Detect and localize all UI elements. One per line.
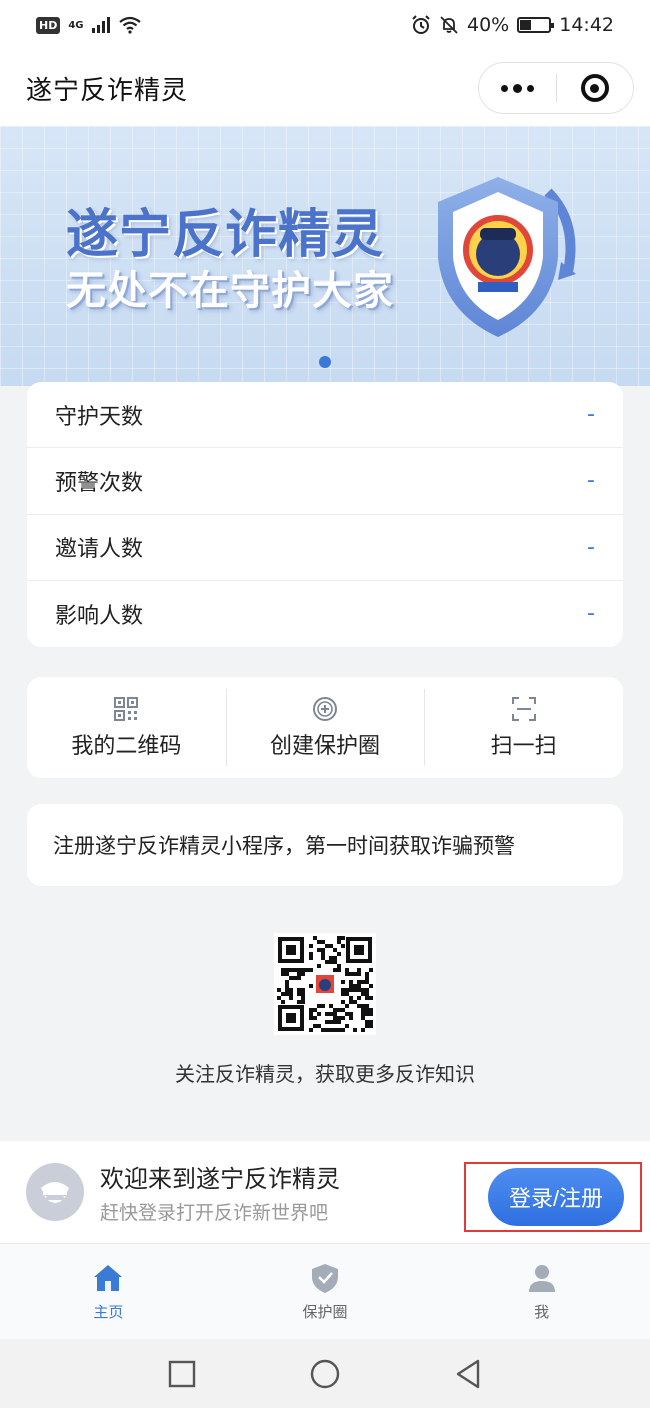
- banner-subtitle: 无处不在守护大家: [66, 268, 394, 314]
- close-miniprogram-button[interactable]: [557, 63, 634, 113]
- add-circle-icon: [313, 696, 337, 721]
- alarm-icon: [412, 15, 430, 34]
- stat-row-alert-count: 预警次数 -: [27, 448, 623, 515]
- shield-icon: [312, 1264, 338, 1293]
- recents-button[interactable]: [162, 1354, 202, 1394]
- login-subtitle: 赶快登录打开反诈新世界吧: [100, 1202, 329, 1224]
- scan-icon: [511, 696, 536, 721]
- avatar: [26, 1163, 84, 1221]
- stat-label: 预警次数: [55, 470, 144, 496]
- stat-row-invite-count: 邀请人数 -: [27, 515, 623, 581]
- login-bar: 欢迎来到遂宁反诈精灵 赶快登录打开反诈新世界吧 登录/注册: [0, 1141, 650, 1243]
- signal-icon: [91, 17, 110, 33]
- system-nav-bar: [0, 1339, 650, 1408]
- status-bar: HD 4G 40% 14:42: [0, 0, 650, 50]
- action-label: 扫一扫: [490, 733, 557, 759]
- stat-value: -: [587, 534, 595, 560]
- stat-value: -: [587, 402, 595, 428]
- create-circle-button[interactable]: 创建保护圈: [225, 677, 425, 778]
- tab-label: 主页: [93, 1303, 124, 1321]
- battery-percent: 40%: [467, 14, 510, 36]
- official-account-qrcode: [274, 933, 376, 1035]
- carousel-indicator: [319, 356, 331, 368]
- tab-label: 保护圈: [302, 1303, 348, 1321]
- home-nav-button[interactable]: [305, 1354, 345, 1394]
- qrcode-icon: [114, 696, 139, 721]
- wifi-icon: [118, 16, 141, 34]
- stat-row-guard-days: 守护天数 -: [27, 382, 623, 449]
- back-triangle-icon: [457, 1359, 480, 1388]
- notice-text: 注册遂宁反诈精灵小程序，第一时间获取诈骗预警: [53, 834, 515, 858]
- hd-badge: HD: [36, 16, 61, 34]
- banner-title: 遂宁反诈精灵: [66, 205, 385, 265]
- stat-value: -: [587, 468, 595, 494]
- login-title: 欢迎来到遂宁反诈精灵: [100, 1165, 340, 1193]
- tab-protection-circle[interactable]: 保护圈: [217, 1244, 434, 1339]
- qrcode-caption: 关注反诈精灵，获取更多反诈知识: [175, 1062, 475, 1086]
- login-text: 欢迎来到遂宁反诈精灵 赶快登录打开反诈新世界吧: [100, 1159, 340, 1225]
- mascot-avatar-icon: [41, 1182, 69, 1203]
- page-title: 遂宁反诈精灵: [26, 75, 189, 106]
- stat-label: 邀请人数: [55, 537, 144, 563]
- stat-row-influence-count: 影响人数 -: [27, 581, 623, 647]
- login-register-button[interactable]: 登录/注册: [488, 1168, 624, 1226]
- battery-icon: [517, 17, 555, 33]
- tab-bar: 主页 保护圈 我: [0, 1243, 650, 1339]
- tab-home[interactable]: 主页: [0, 1244, 217, 1339]
- action-label: 创建保护圈: [270, 733, 381, 759]
- tab-label: 我: [534, 1303, 550, 1321]
- home-icon: [94, 1265, 123, 1291]
- back-button[interactable]: [448, 1354, 488, 1394]
- stat-value: -: [587, 601, 595, 627]
- status-right: 40% 14:42: [411, 14, 614, 36]
- mute-icon: [440, 16, 458, 34]
- miniprogram-capsule: [478, 62, 634, 114]
- more-menu-button[interactable]: [479, 63, 556, 113]
- scan-button[interactable]: 扫一扫: [424, 677, 623, 778]
- target-icon: [580, 74, 609, 102]
- app-header: 遂宁反诈精灵: [0, 50, 650, 126]
- network-type: 4G: [68, 19, 84, 31]
- clock: 14:42: [559, 14, 614, 36]
- qrcode-image: [274, 933, 376, 1035]
- circle-icon: [310, 1359, 340, 1388]
- action-label: 我的二维码: [71, 733, 182, 759]
- my-qrcode-button[interactable]: 我的二维码: [27, 677, 226, 778]
- status-left: HD 4G: [36, 16, 142, 34]
- stat-label: 影响人数: [55, 603, 144, 629]
- stat-label: 守护天数: [55, 404, 144, 430]
- square-icon: [168, 1360, 195, 1387]
- quick-actions: 我的二维码 创建保护圈 扫一扫: [27, 677, 623, 778]
- banner-carousel[interactable]: 遂宁反诈精灵 无处不在守护大家: [0, 126, 650, 386]
- tab-me[interactable]: 我: [433, 1244, 650, 1339]
- user-icon: [528, 1265, 555, 1292]
- police-shield-icon: [438, 177, 576, 337]
- register-notice-card[interactable]: 注册遂宁反诈精灵小程序，第一时间获取诈骗预警: [27, 804, 623, 886]
- stats-card: 守护天数 - 预警次数 - 邀请人数 - 影响人数 -: [27, 382, 623, 647]
